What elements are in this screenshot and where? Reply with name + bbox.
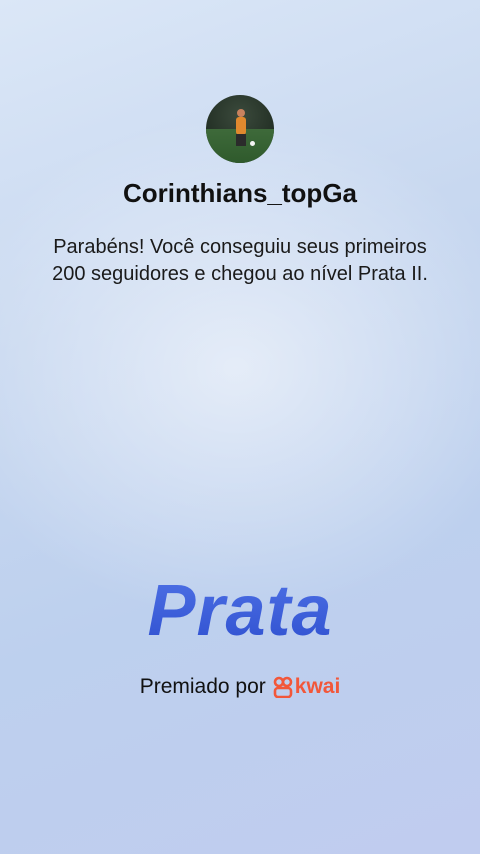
congrats-message: Parabéns! Você conseguiu seus primeiros … (52, 236, 428, 285)
avatar-player-body (236, 117, 246, 135)
award-row: Premiado por kwai (0, 675, 480, 699)
award-prefix: Premiado por (139, 675, 266, 698)
kwai-logo-icon (273, 676, 293, 698)
avatar-player-legs (236, 134, 246, 146)
avatar-ball (250, 141, 255, 146)
profile-avatar[interactable] (206, 95, 274, 163)
kwai-brand-name: kwai (294, 675, 341, 698)
level-title: Prata (0, 570, 480, 652)
username: Corinthians_topGa (122, 178, 357, 208)
avatar-player-head (237, 109, 245, 117)
